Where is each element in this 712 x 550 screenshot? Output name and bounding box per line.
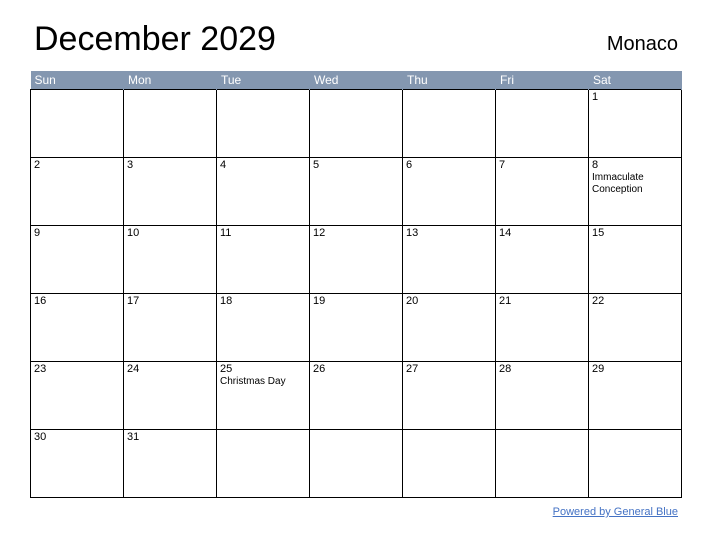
day-cell: 20: [403, 294, 496, 362]
day-number: 14: [499, 227, 585, 239]
day-cell: 12: [310, 226, 403, 294]
day-cell: [496, 90, 589, 158]
day-cell: 30: [31, 430, 124, 498]
calendar-header: December 2029 Monaco: [30, 20, 682, 59]
day-event: Immaculate Conception: [592, 172, 678, 196]
day-cell: 17: [124, 294, 217, 362]
week-row: 23 24 25Christmas Day 26 27 28 29: [31, 362, 682, 430]
day-cell: [403, 90, 496, 158]
week-row: 2 3 4 5 6 7 8Immaculate Conception: [31, 158, 682, 226]
day-cell: 4: [217, 158, 310, 226]
weekday-sat: Sat: [589, 71, 682, 90]
day-cell: 2: [31, 158, 124, 226]
day-cell: 29: [589, 362, 682, 430]
day-cell: [31, 90, 124, 158]
day-cell: [217, 90, 310, 158]
day-number: 26: [313, 363, 399, 375]
day-number: 9: [34, 227, 120, 239]
day-number: 8: [592, 159, 678, 171]
day-cell: 27: [403, 362, 496, 430]
day-cell: 14: [496, 226, 589, 294]
day-cell: [124, 90, 217, 158]
calendar-grid: Sun Mon Tue Wed Thu Fri Sat 1 2 3 4 5 6 …: [30, 71, 682, 498]
day-number: 3: [127, 159, 213, 171]
day-cell: [310, 430, 403, 498]
day-cell: 16: [31, 294, 124, 362]
day-number: 23: [34, 363, 120, 375]
calendar-body: 1 2 3 4 5 6 7 8Immaculate Conception 9 1…: [31, 90, 682, 498]
weekday-sun: Sun: [31, 71, 124, 90]
day-event: Christmas Day: [220, 376, 306, 388]
day-number: 28: [499, 363, 585, 375]
day-cell: 19: [310, 294, 403, 362]
week-row: 1: [31, 90, 682, 158]
day-number: 30: [34, 431, 120, 443]
day-cell: [496, 430, 589, 498]
day-number: 21: [499, 295, 585, 307]
day-number: 12: [313, 227, 399, 239]
day-number: 20: [406, 295, 492, 307]
day-cell: 26: [310, 362, 403, 430]
day-cell: 25Christmas Day: [217, 362, 310, 430]
day-number: 22: [592, 295, 678, 307]
day-number: 25: [220, 363, 306, 375]
day-cell: [217, 430, 310, 498]
weekday-wed: Wed: [310, 71, 403, 90]
day-number: 18: [220, 295, 306, 307]
day-cell: [589, 430, 682, 498]
day-number: 13: [406, 227, 492, 239]
day-cell: 13: [403, 226, 496, 294]
day-cell: 18: [217, 294, 310, 362]
day-cell: 24: [124, 362, 217, 430]
day-cell: 9: [31, 226, 124, 294]
day-cell: 28: [496, 362, 589, 430]
day-cell: [403, 430, 496, 498]
day-number: 17: [127, 295, 213, 307]
weekday-tue: Tue: [217, 71, 310, 90]
day-cell: 31: [124, 430, 217, 498]
day-number: 4: [220, 159, 306, 171]
region-label: Monaco: [607, 33, 678, 56]
day-cell: 11: [217, 226, 310, 294]
day-cell: 7: [496, 158, 589, 226]
weekday-header-row: Sun Mon Tue Wed Thu Fri Sat: [31, 71, 682, 90]
day-cell: 5: [310, 158, 403, 226]
day-number: 1: [592, 91, 678, 103]
week-row: 16 17 18 19 20 21 22: [31, 294, 682, 362]
day-cell: [310, 90, 403, 158]
footer: Powered by General Blue: [30, 502, 682, 520]
day-number: 16: [34, 295, 120, 307]
day-cell: 3: [124, 158, 217, 226]
day-number: 11: [220, 227, 306, 239]
week-row: 30 31: [31, 430, 682, 498]
day-number: 31: [127, 431, 213, 443]
day-number: 7: [499, 159, 585, 171]
day-cell: 6: [403, 158, 496, 226]
weekday-fri: Fri: [496, 71, 589, 90]
day-number: 5: [313, 159, 399, 171]
day-number: 6: [406, 159, 492, 171]
day-cell: 1: [589, 90, 682, 158]
day-cell: 21: [496, 294, 589, 362]
month-year-title: December 2029: [34, 20, 276, 59]
day-number: 29: [592, 363, 678, 375]
day-cell: 10: [124, 226, 217, 294]
day-number: 27: [406, 363, 492, 375]
day-cell: 23: [31, 362, 124, 430]
day-cell: 8Immaculate Conception: [589, 158, 682, 226]
day-number: 19: [313, 295, 399, 307]
day-number: 2: [34, 159, 120, 171]
weekday-mon: Mon: [124, 71, 217, 90]
day-number: 24: [127, 363, 213, 375]
weekday-thu: Thu: [403, 71, 496, 90]
day-number: 10: [127, 227, 213, 239]
day-cell: 15: [589, 226, 682, 294]
day-cell: 22: [589, 294, 682, 362]
powered-by-link[interactable]: Powered by General Blue: [553, 506, 678, 518]
day-number: 15: [592, 227, 678, 239]
week-row: 9 10 11 12 13 14 15: [31, 226, 682, 294]
